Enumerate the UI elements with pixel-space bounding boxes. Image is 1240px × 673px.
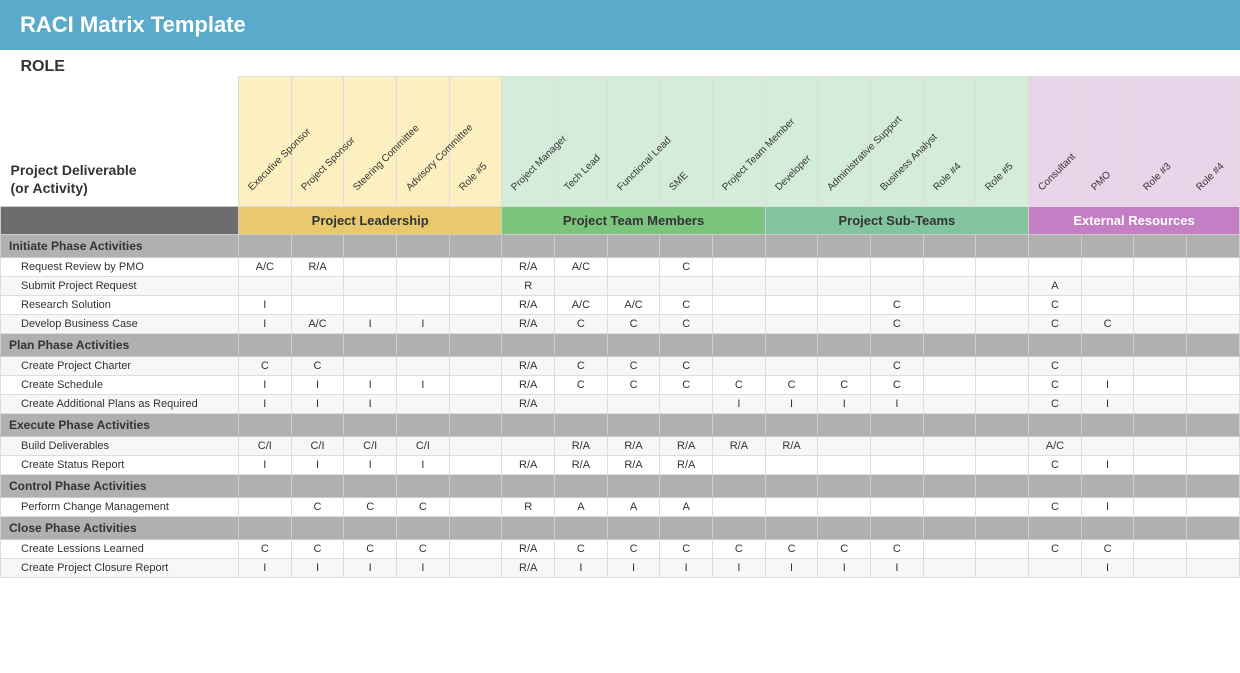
role-header-role5-s: Role #5	[976, 76, 1029, 206]
role-header-project-manager: Project Manager	[502, 76, 555, 206]
diagonal-header-row: Project Deliverable(or Activity) Executi…	[1, 76, 1240, 206]
phase-execute-label: Execute Phase Activities	[1, 413, 239, 436]
activity-build-deliverables: Build Deliverables	[1, 436, 239, 455]
role-header-consultant: Consultant	[1029, 76, 1082, 206]
group-subteams-header: Project Sub-Teams	[765, 206, 1028, 234]
phase-control-label: Control Phase Activities	[1, 474, 239, 497]
activity-create-schedule: Create Schedule	[1, 375, 239, 394]
activity-create-status-report: Create Status Report	[1, 455, 239, 474]
page-wrapper: RACI Matrix Template ROLE Project Delive…	[0, 0, 1240, 578]
role-header-role3-e: Role #3	[1134, 76, 1187, 206]
row-create-schedule: Create Schedule IIII R/ACCCC CCC CI	[1, 375, 1240, 394]
row-create-status-report: Create Status Report IIII R/AR/AR/AR/A C…	[1, 455, 1240, 474]
row-develop-business-case: Develop Business Case IA/CII R/ACCC C CC	[1, 314, 1240, 333]
activity-header-cell: Project Deliverable(or Activity)	[1, 76, 239, 206]
group-activity-label	[1, 206, 239, 234]
phase-plan: Plan Phase Activities	[1, 333, 1240, 356]
role-label-spacer	[239, 50, 1240, 76]
role-header-executive-sponsor: Executive Sponsor	[239, 76, 292, 206]
row-build-deliverables: Build Deliverables C/IC/IC/IC/I R/AR/AR/…	[1, 436, 1240, 455]
row-create-project-closure-report: Create Project Closure Report IIII R/AII…	[1, 558, 1240, 577]
activity-submit-project-request: Submit Project Request	[1, 276, 239, 295]
row-submit-project-request: Submit Project Request R A	[1, 276, 1240, 295]
role-label-row: ROLE	[1, 50, 1240, 76]
activity-research-solution: Research Solution	[1, 295, 239, 314]
matrix-container: ROLE Project Deliverable(or Activity) Ex…	[0, 50, 1240, 578]
phase-initiate: Initiate Phase Activities	[1, 234, 1240, 257]
activity-create-project-charter: Create Project Charter	[1, 356, 239, 375]
activity-create-lessons-learned: Create Lessions Learned	[1, 539, 239, 558]
activity-develop-business-case: Develop Business Case	[1, 314, 239, 333]
row-create-lessons-learned: Create Lessions Learned CCCC R/ACCCC CCC…	[1, 539, 1240, 558]
phase-execute: Execute Phase Activities	[1, 413, 1240, 436]
role-header-pmo: PMO	[1081, 76, 1134, 206]
phase-control: Control Phase Activities	[1, 474, 1240, 497]
row-create-additional-plans: Create Additional Plans as Required III …	[1, 394, 1240, 413]
page-title: RACI Matrix Template	[20, 12, 246, 37]
role-header-admin-support: Administrative Support	[818, 76, 871, 206]
group-leadership-header: Project Leadership	[239, 206, 502, 234]
group-header-row: Project Leadership Project Team Members …	[1, 206, 1240, 234]
activity-perform-change-management: Perform Change Management	[1, 497, 239, 516]
activity-create-project-closure-report: Create Project Closure Report	[1, 558, 239, 577]
role-header-functional-lead: Functional Lead	[607, 76, 660, 206]
row-request-review: Request Review by PMO A/CR/A R/AA/CC	[1, 257, 1240, 276]
phase-close-label: Close Phase Activities	[1, 516, 239, 539]
role-header-role4-e: Role #4	[1187, 76, 1240, 206]
row-create-project-charter: Create Project Charter CC R/ACCC C C	[1, 356, 1240, 375]
activity-create-additional-plans: Create Additional Plans as Required	[1, 394, 239, 413]
header: RACI Matrix Template	[0, 0, 1240, 50]
phase-close: Close Phase Activities	[1, 516, 1240, 539]
role-header-project-team-member: Project Team Member	[713, 76, 766, 206]
activity-request-review: Request Review by PMO	[1, 257, 239, 276]
phase-initiate-label: Initiate Phase Activities	[1, 234, 239, 257]
row-perform-change-management: Perform Change Management CCC RAAA CI	[1, 497, 1240, 516]
group-external-header: External Resources	[1029, 206, 1240, 234]
group-team-header: Project Team Members	[502, 206, 765, 234]
role-label-cell: ROLE	[1, 50, 239, 76]
row-research-solution: Research Solution I R/AA/CA/CC C C	[1, 295, 1240, 314]
raci-table: ROLE Project Deliverable(or Activity) Ex…	[0, 50, 1240, 578]
phase-plan-label: Plan Phase Activities	[1, 333, 239, 356]
